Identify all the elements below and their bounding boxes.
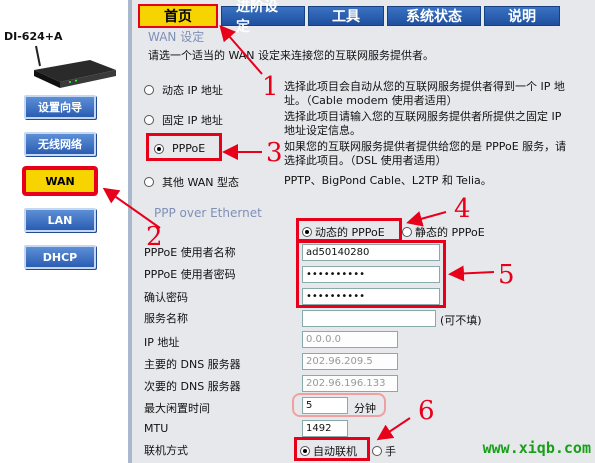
radio-static-ip[interactable] xyxy=(144,115,154,125)
option-dynamic-ip[interactable]: 动态 IP 地址 xyxy=(144,82,223,98)
mtu-input[interactable]: 1492 xyxy=(302,420,348,437)
option-label: 固定 IP 地址 xyxy=(162,114,223,127)
model-label: DI-624+A xyxy=(4,30,63,43)
optional-hint: (可不填) xyxy=(440,314,482,327)
tab-help[interactable]: 说明 xyxy=(484,6,560,26)
service-name-input[interactable] xyxy=(302,310,436,327)
option-desc: 选择此项目请输入您的互联网服务提供者所提供之固定 IP 地址设定信息。 xyxy=(284,110,562,137)
radio-static-pppoe[interactable] xyxy=(402,227,412,237)
option-desc: 选择此项目会自动从您的互联网服务提供者得到一个 IP 地址。（Cable mod… xyxy=(284,80,565,107)
tab-advanced[interactable]: 进阶设定 xyxy=(221,0,305,35)
connect-manual[interactable]: 手 xyxy=(372,443,396,459)
password-input[interactable]: •••••••••• xyxy=(302,266,440,283)
option-other-wan[interactable]: 其他 WAN 型态 xyxy=(144,174,239,190)
confirm-password-input[interactable]: •••••••••• xyxy=(302,288,440,305)
option-desc: 如果您的互联网服务提供者提供给您的是 PPPoE 服务，请选择此项目。（DSL … xyxy=(284,140,567,167)
option-label: PPPoE xyxy=(172,142,206,155)
connect-mode-label: 联机方式 xyxy=(144,444,188,457)
callout-4: 4 xyxy=(454,194,471,224)
secondary-dns-input[interactable]: 202.96.196.133 xyxy=(302,375,398,392)
watermark: www.xiqb.com xyxy=(482,439,591,457)
callout-2: 2 xyxy=(146,222,163,252)
mode-label: 动态的 PPPoE xyxy=(315,226,385,239)
top-tabs: 首页 进阶设定 工具 系统状态 说明 xyxy=(138,0,560,35)
ip-address-input[interactable]: 0.0.0.0 xyxy=(302,331,398,348)
wan-title: WAN 设定 xyxy=(148,30,205,44)
radio-dynamic-pppoe[interactable] xyxy=(302,227,312,237)
dns2-label: 次要的 DNS 服务器 xyxy=(144,380,241,393)
radio-dynamic-ip[interactable] xyxy=(144,85,154,95)
mode-label: 静态的 PPPoE xyxy=(415,226,485,239)
primary-dns-input[interactable]: 202.96.209.5 xyxy=(302,353,398,370)
sidebar-item-wizard[interactable]: 设置向导 xyxy=(24,95,96,119)
sidebar-item-wan[interactable]: WAN xyxy=(24,168,96,194)
dns1-label: 主要的 DNS 服务器 xyxy=(144,358,241,371)
username-input[interactable]: ad50140280 xyxy=(302,244,440,261)
radio-manual-connect[interactable] xyxy=(372,446,382,456)
tab-home[interactable]: 首页 xyxy=(138,4,218,28)
mode-static-pppoe[interactable]: 静态的 PPPoE xyxy=(402,224,485,240)
option-label: 其他 WAN 型态 xyxy=(162,176,240,189)
sidebar-item-dhcp[interactable]: DHCP xyxy=(24,245,96,269)
service-label: 服务名称 xyxy=(144,312,188,325)
connect-manual-label: 手 xyxy=(385,445,396,458)
callout-3: 3 xyxy=(266,138,283,168)
main-panel: 首页 进阶设定 工具 系统状态 说明 WAN 设定 请选一个适当的 WAN 设定… xyxy=(128,0,595,463)
idle-label: 最大闲置时间 xyxy=(144,402,210,415)
pppoe-title: PPP over Ethernet xyxy=(154,206,262,220)
wan-content: WAN 设定 请选一个适当的 WAN 设定来连接您的互联网服务提供者。 xyxy=(148,28,594,63)
wan-intro: 请选一个适当的 WAN 设定来连接您的互联网服务提供者。 xyxy=(148,49,435,62)
password-label: PPPoE 使用者密码 xyxy=(144,268,236,281)
sidebar-item-wireless[interactable]: 无线网络 xyxy=(24,132,96,156)
callout-5: 5 xyxy=(498,260,515,290)
option-pppoe[interactable]: PPPoE xyxy=(154,142,205,155)
ip-label: IP 地址 xyxy=(144,336,180,349)
idle-time-input[interactable]: 5 xyxy=(302,397,348,414)
sidebar-item-lan[interactable]: LAN xyxy=(24,208,96,232)
mode-dynamic-pppoe[interactable]: 动态的 PPPoE xyxy=(302,224,385,240)
callout-6: 6 xyxy=(418,396,435,426)
radio-auto-connect[interactable] xyxy=(300,446,310,456)
idle-unit: 分钟 xyxy=(354,402,376,415)
connect-auto-label: 自动联机 xyxy=(313,445,357,458)
option-label: 动态 IP 地址 xyxy=(162,84,223,97)
router-image xyxy=(34,45,116,88)
sidebar: DI-624+A 设置向导 无线网络 WAN LAN DHCP xyxy=(0,0,128,463)
radio-pppoe[interactable] xyxy=(154,143,164,154)
callout-1: 1 xyxy=(262,72,279,102)
mtu-label: MTU xyxy=(144,422,169,435)
radio-other-wan[interactable] xyxy=(144,177,154,187)
confirm-label: 确认密码 xyxy=(144,291,188,304)
connect-auto[interactable]: 自动联机 xyxy=(300,443,357,459)
option-desc: PPTP、BigPond Cable、L2TP 和 Telia。 xyxy=(284,174,492,187)
tab-status[interactable]: 系统状态 xyxy=(387,6,481,26)
tab-tools[interactable]: 工具 xyxy=(308,6,384,26)
option-static-ip[interactable]: 固定 IP 地址 xyxy=(144,112,223,128)
